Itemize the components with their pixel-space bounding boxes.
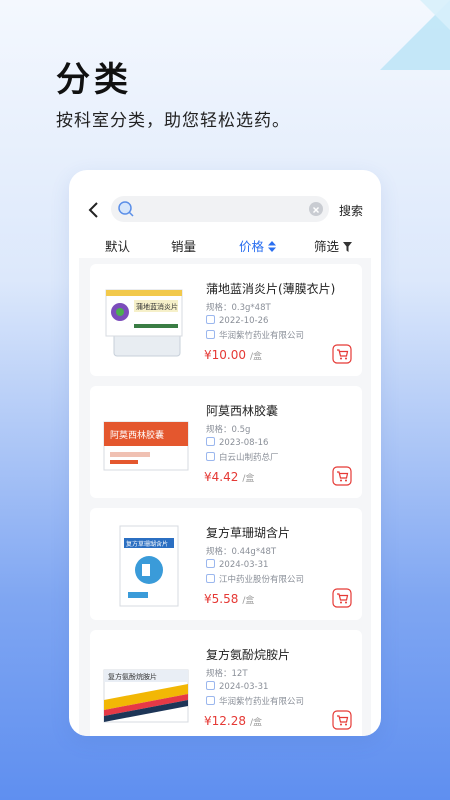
- product-price-unit: /盒: [250, 718, 263, 728]
- product-price-unit: /盒: [242, 474, 255, 484]
- box-label: 蒲地蓝消炎片: [136, 302, 178, 311]
- product-name: 蒲地蓝消炎片(薄膜衣片): [206, 282, 336, 296]
- calendar-icon: [206, 681, 215, 690]
- product-price: ¥4.42/盒: [204, 470, 254, 484]
- add-to-cart-icon[interactable]: [332, 344, 352, 364]
- product-list: 蒲地蓝消炎片 蒲地蓝消炎片(薄膜衣片) 规格：0.3g*48T 2022-10-…: [79, 258, 371, 736]
- product-image: 阿莫西林胶囊: [103, 421, 189, 471]
- sort-updown-icon: [268, 241, 276, 252]
- tab-sales[interactable]: 销量: [171, 236, 196, 255]
- product-maker: 白云山制药总厂: [206, 451, 279, 463]
- product-date-text: 2024-03-31: [219, 682, 269, 692]
- product-date: 2023-08-16: [206, 437, 268, 448]
- search-icon: [118, 201, 134, 217]
- sort-tabs: 默认 销量 价格 筛选: [69, 232, 381, 256]
- tab-filter[interactable]: 筛选: [314, 236, 352, 255]
- product-price-value: ¥12.28: [204, 714, 246, 728]
- product-image: 复方氨酚烷胺片: [103, 669, 189, 723]
- product-name: 复方氨酚烷胺片: [206, 648, 291, 662]
- tab-price[interactable]: 价格: [239, 236, 276, 255]
- factory-icon: [206, 696, 215, 705]
- product-name: 复方草珊瑚含片: [206, 526, 291, 540]
- product-date: 2022-10-26: [206, 315, 268, 326]
- product-price-value: ¥10.00: [204, 348, 246, 362]
- tab-default[interactable]: 默认: [105, 236, 130, 255]
- product-image: 复方草珊瑚含片: [119, 525, 179, 607]
- search-field[interactable]: [111, 196, 329, 222]
- product-price-unit: /盒: [250, 352, 263, 362]
- app-screen: 搜索 默认 销量 价格 筛选 蒲地蓝消炎片 蒲地蓝消炎片(薄膜衣片) 规格：0.…: [69, 170, 381, 736]
- product-date: 2024-03-31: [206, 559, 268, 570]
- calendar-icon: [206, 315, 215, 324]
- product-spec: 规格：0.3g*48T: [206, 303, 271, 313]
- factory-icon: [206, 574, 215, 583]
- product-price: ¥12.28/盒: [204, 714, 262, 728]
- search-button[interactable]: 搜索: [339, 202, 363, 219]
- clear-icon[interactable]: [309, 202, 323, 216]
- factory-icon: [206, 330, 215, 339]
- add-to-cart-icon[interactable]: [332, 466, 352, 486]
- box-label: 复方氨酚烷胺片: [108, 672, 157, 681]
- product-card[interactable]: 复方氨酚烷胺片 复方氨酚烷胺片 规格：12T 2024-03-31 华润紫竹药业…: [90, 630, 362, 736]
- product-date: 2024-03-31: [206, 681, 268, 692]
- factory-icon: [206, 452, 215, 461]
- product-maker-text: 华润紫竹药业有限公司: [219, 331, 305, 341]
- product-card[interactable]: 阿莫西林胶囊 阿莫西林胶囊 规格：0.5g 2023-08-16 白云山制药总厂…: [90, 386, 362, 498]
- product-maker-text: 江中药业股份有限公司: [219, 575, 305, 585]
- search-input[interactable]: [139, 199, 299, 219]
- product-card[interactable]: 复方草珊瑚含片 复方草珊瑚含片 规格：0.44g*48T 2024-03-31 …: [90, 508, 362, 620]
- product-price: ¥5.58/盒: [204, 592, 254, 606]
- product-date-text: 2023-08-16: [219, 438, 269, 448]
- back-arrow-icon[interactable]: [85, 200, 103, 220]
- product-price-value: ¥5.58: [204, 592, 239, 606]
- product-name: 阿莫西林胶囊: [206, 404, 279, 418]
- decorative-corner-shape: [380, 0, 450, 70]
- box-label: 复方草珊瑚含片: [126, 540, 168, 548]
- product-spec: 规格：0.44g*48T: [206, 547, 277, 557]
- product-maker: 华润紫竹药业有限公司: [206, 695, 304, 707]
- product-price: ¥10.00/盒: [204, 348, 262, 362]
- product-date-text: 2024-03-31: [219, 560, 269, 570]
- tab-filter-label: 筛选: [314, 239, 340, 254]
- box-label: 阿莫西林胶囊: [110, 429, 164, 441]
- product-image: 蒲地蓝消炎片: [105, 289, 183, 357]
- product-maker-text: 白云山制药总厂: [219, 453, 279, 463]
- filter-icon: [343, 242, 352, 252]
- search-bar: 搜索: [69, 192, 381, 228]
- product-spec: 规格：12T: [206, 669, 248, 679]
- product-card[interactable]: 蒲地蓝消炎片 蒲地蓝消炎片(薄膜衣片) 规格：0.3g*48T 2022-10-…: [90, 264, 362, 376]
- product-maker: 江中药业股份有限公司: [206, 573, 304, 585]
- tab-price-label: 价格: [239, 239, 265, 254]
- add-to-cart-icon[interactable]: [332, 710, 352, 730]
- product-maker: 华润紫竹药业有限公司: [206, 329, 304, 341]
- product-spec: 规格：0.5g: [206, 425, 251, 435]
- product-maker-text: 华润紫竹药业有限公司: [219, 697, 305, 707]
- product-date-text: 2022-10-26: [219, 316, 269, 326]
- page-title: 分类: [56, 60, 132, 100]
- add-to-cart-icon[interactable]: [332, 588, 352, 608]
- product-price-unit: /盒: [242, 596, 255, 606]
- product-price-value: ¥4.42: [204, 470, 239, 484]
- calendar-icon: [206, 437, 215, 446]
- calendar-icon: [206, 559, 215, 568]
- page-subtitle: 按科室分类，助您轻松选药。: [56, 111, 290, 131]
